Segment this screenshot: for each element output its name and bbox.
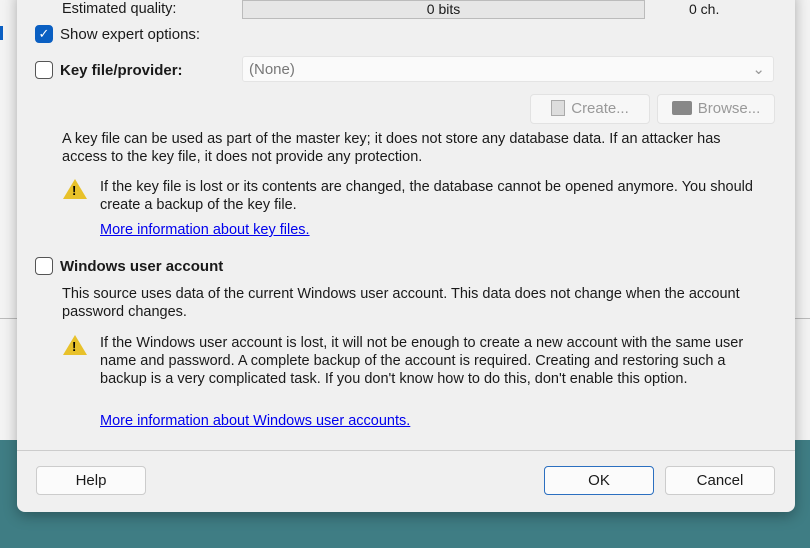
winuser-description: This source uses data of the current Win… [62, 286, 740, 320]
keyfile-checkbox[interactable] [35, 61, 53, 79]
winuser-info-link[interactable]: More information about Windows user acco… [100, 413, 410, 429]
warning-icon: ! [63, 179, 87, 199]
create-button[interactable]: Create... [530, 94, 650, 124]
dialog: Estimated quality: 0 bits 0 ch. ✓ Show e… [17, 0, 795, 512]
chevron-down-icon: ⌄ [752, 61, 765, 78]
expert-checkbox[interactable]: ✓ [35, 25, 53, 43]
browse-button[interactable]: Browse... [657, 94, 775, 124]
keyfile-label: Key file/provider: [60, 62, 183, 79]
winuser-warning: If the Windows user account is lost, it … [100, 335, 744, 387]
winuser-label: Windows user account [60, 258, 224, 275]
browse-label: Browse... [697, 100, 761, 117]
keyfile-select-value: (None) [249, 61, 295, 78]
quality-chars: 0 ch. [689, 1, 720, 17]
warning-icon: ! [63, 335, 87, 355]
quality-bits: 0 bits [426, 1, 461, 17]
ok-button[interactable]: OK [544, 466, 654, 495]
expert-label: Show expert options: [60, 26, 201, 43]
keyfile-info-link[interactable]: More information about key files. [100, 222, 310, 238]
keyfile-warning: If the key file is lost or its contents … [100, 179, 753, 213]
keyfile-description: A key file can be used as part of the ma… [62, 131, 721, 165]
background-accent [0, 26, 3, 40]
help-button[interactable]: Help [36, 466, 146, 495]
quality-bar: 0 bits [242, 0, 645, 19]
quality-label: Estimated quality: [62, 1, 177, 17]
new-file-icon [551, 100, 566, 116]
keyfile-select[interactable]: (None) ⌄ [242, 56, 774, 82]
footer-divider [17, 450, 795, 451]
folder-icon [671, 101, 692, 115]
cancel-button[interactable]: Cancel [665, 466, 775, 495]
create-label: Create... [571, 100, 629, 117]
winuser-checkbox[interactable] [35, 257, 53, 275]
